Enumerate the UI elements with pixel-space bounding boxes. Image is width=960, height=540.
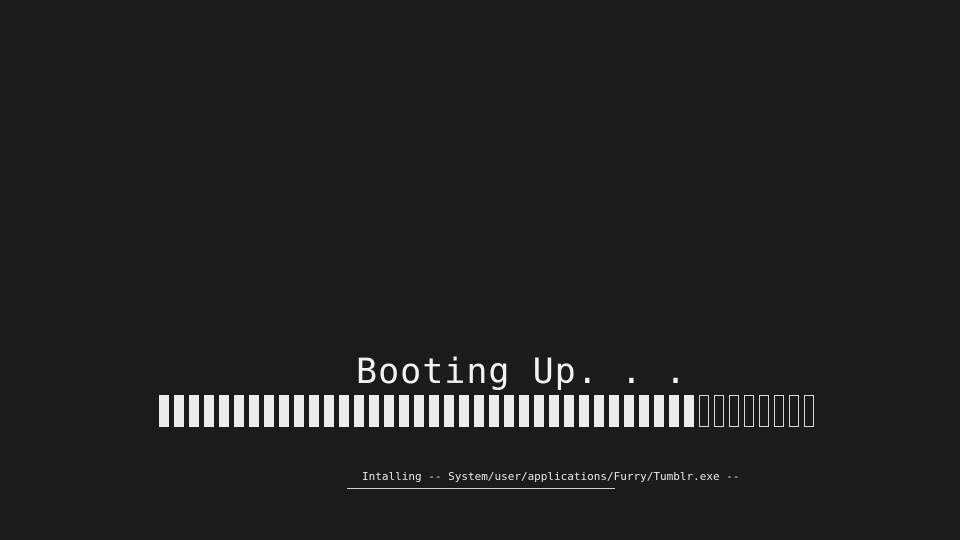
progress-segment-empty [699, 395, 709, 427]
progress-segment-empty [729, 395, 739, 427]
progress-segment-empty [759, 395, 769, 427]
boot-progress-bar [159, 395, 814, 427]
progress-segment-filled [519, 395, 529, 427]
progress-segment-filled [504, 395, 514, 427]
progress-segment-filled [309, 395, 319, 427]
progress-segment-filled [279, 395, 289, 427]
progress-segment-filled [534, 395, 544, 427]
progress-segment-filled [339, 395, 349, 427]
progress-segment-filled [399, 395, 409, 427]
progress-segment-filled [369, 395, 379, 427]
progress-segment-filled [489, 395, 499, 427]
progress-segment-filled [549, 395, 559, 427]
progress-segment-filled [579, 395, 589, 427]
status-underline [347, 488, 615, 489]
progress-segment-filled [159, 395, 169, 427]
boot-title: Booting Up. . . [356, 352, 688, 392]
progress-segment-filled [594, 395, 604, 427]
progress-segment-filled [654, 395, 664, 427]
progress-segment-filled [684, 395, 694, 427]
progress-segment-filled [174, 395, 184, 427]
progress-segment-empty [744, 395, 754, 427]
progress-segment-filled [219, 395, 229, 427]
progress-segment-empty [774, 395, 784, 427]
progress-segment-filled [414, 395, 424, 427]
progress-segment-filled [609, 395, 619, 427]
progress-segment-filled [564, 395, 574, 427]
progress-segment-filled [264, 395, 274, 427]
progress-segment-filled [429, 395, 439, 427]
progress-segment-filled [459, 395, 469, 427]
progress-segment-filled [204, 395, 214, 427]
progress-segment-filled [384, 395, 394, 427]
progress-segment-filled [189, 395, 199, 427]
progress-segment-filled [354, 395, 364, 427]
boot-screen: Booting Up. . . Intalling -- System/user… [0, 0, 960, 540]
progress-segment-empty [714, 395, 724, 427]
progress-segment-filled [324, 395, 334, 427]
progress-segment-filled [444, 395, 454, 427]
progress-segment-empty [789, 395, 799, 427]
install-status-text: Intalling -- System/user/applications/Fu… [362, 470, 740, 483]
progress-segment-filled [474, 395, 484, 427]
progress-segment-filled [294, 395, 304, 427]
progress-segment-filled [234, 395, 244, 427]
progress-segment-empty [804, 395, 814, 427]
progress-segment-filled [639, 395, 649, 427]
progress-segment-filled [249, 395, 259, 427]
progress-segment-filled [669, 395, 679, 427]
progress-segment-filled [624, 395, 634, 427]
